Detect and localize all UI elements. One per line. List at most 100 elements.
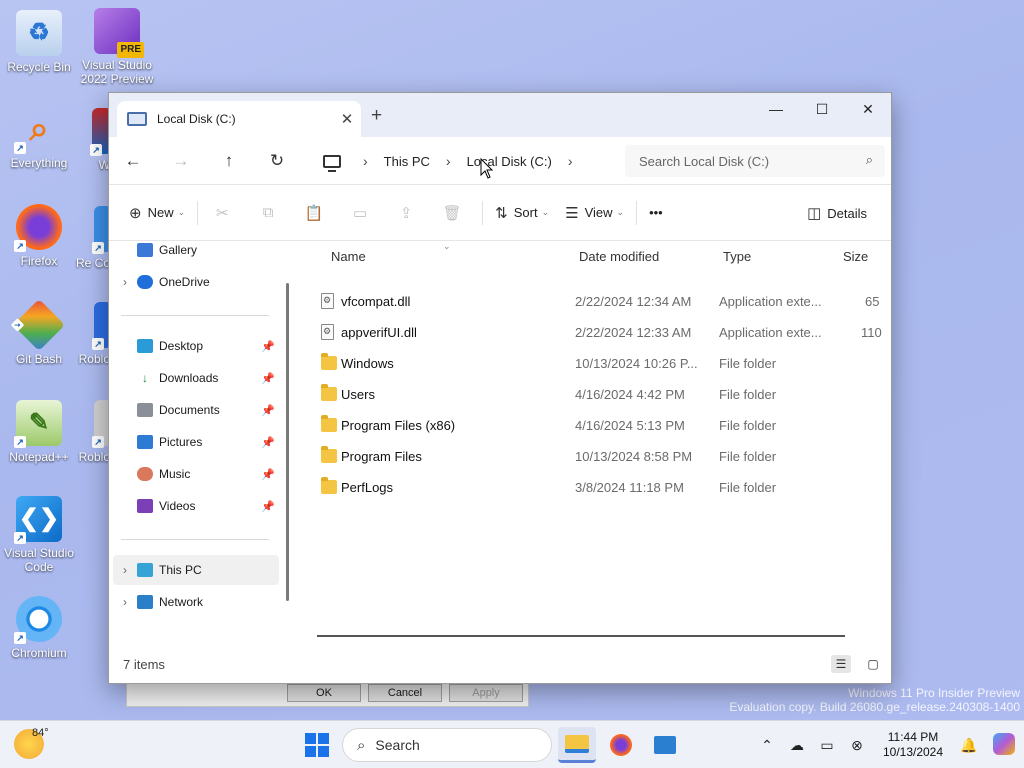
- folder-row[interactable]: PerfLogs 3/8/2024 11:18 PM File folder: [321, 472, 893, 503]
- close-icon[interactable]: ✕: [845, 93, 891, 125]
- refresh-icon[interactable]: ↻: [253, 145, 301, 177]
- file-type: File folder: [719, 387, 777, 402]
- column-header-name[interactable]: Name: [331, 241, 366, 273]
- sort-button[interactable]: ⇅ Sort ⌄: [487, 197, 557, 229]
- recycle-bin-icon: ♻: [16, 10, 62, 56]
- breadcrumb-local-disk[interactable]: Local Disk (C:): [463, 151, 556, 172]
- desktop-icon-recycle-bin[interactable]: ♻ Recycle Bin: [0, 10, 78, 74]
- chevron-right-icon[interactable]: ›: [113, 595, 137, 609]
- sidebar-item-gallery[interactable]: Gallery: [113, 235, 279, 265]
- pin-icon[interactable]: 📌: [261, 500, 275, 513]
- chevron-right-icon[interactable]: ›: [363, 153, 368, 169]
- up-icon[interactable]: ↑: [205, 145, 253, 177]
- maximize-icon[interactable]: ☐: [799, 93, 845, 125]
- vscode-icon: ❮❯: [14, 496, 62, 544]
- onedrive-icon[interactable]: ☁: [782, 737, 812, 754]
- pin-icon[interactable]: 📌: [261, 468, 275, 481]
- chevron-right-icon[interactable]: ›: [568, 153, 573, 169]
- pin-icon[interactable]: 📌: [261, 372, 275, 385]
- forward-icon[interactable]: →: [157, 145, 205, 177]
- sidebar-item-desktop[interactable]: Desktop 📌: [113, 331, 279, 361]
- chevron-right-icon[interactable]: ›: [113, 563, 137, 577]
- desktop-icon-visual-studio-2022-preview[interactable]: PRE Visual Studio 2022 Preview: [78, 8, 156, 86]
- delete-button[interactable]: 🗑: [432, 197, 478, 229]
- breadcrumb-this-pc[interactable]: This PC: [380, 151, 434, 172]
- clock[interactable]: 11:44 PM 10/13/2024: [872, 730, 954, 760]
- clipboard-icon: 📋: [304, 204, 324, 222]
- network-icon[interactable]: ▭: [812, 737, 842, 754]
- chromium-icon: [14, 596, 62, 644]
- taskbar-file-explorer[interactable]: [558, 727, 596, 763]
- volume-icon[interactable]: ⊗: [842, 737, 872, 754]
- tab-local-disk[interactable]: Local Disk (C:) ✕: [117, 101, 361, 137]
- weather-widget[interactable]: 84°: [14, 727, 49, 759]
- apply-button[interactable]: Apply: [449, 684, 523, 702]
- file-date: 2/22/2024 12:34 AM: [575, 294, 692, 309]
- pin-icon[interactable]: 📌: [261, 404, 275, 417]
- notepad-plus-plus-icon: ✎: [14, 400, 62, 448]
- more-options-icon[interactable]: •••: [641, 197, 671, 229]
- dll-file-icon: [321, 324, 334, 340]
- sidebar-item-this-pc[interactable]: › This PC: [113, 555, 279, 585]
- close-tab-icon[interactable]: ✕: [333, 110, 361, 128]
- details-view-icon[interactable]: ☰: [831, 655, 851, 673]
- copy-button[interactable]: ⧉: [248, 197, 294, 229]
- paste-button[interactable]: 📋: [294, 197, 340, 229]
- desktop-icon-partial-4[interactable]: Roblo: [60, 400, 110, 464]
- folder-row[interactable]: Users 4/16/2024 4:42 PM File folder: [321, 379, 893, 410]
- file-type: Application exte...: [719, 325, 822, 340]
- pictures-icon: [137, 435, 153, 449]
- desktop-icon-partial-2[interactable]: Re Co: [60, 206, 110, 270]
- copilot-icon[interactable]: [984, 732, 1024, 758]
- desktop-icon-partial-3[interactable]: Roblo: [60, 302, 110, 366]
- file-row[interactable]: vfcompat.dll 2/22/2024 12:34 AM Applicat…: [321, 286, 893, 317]
- sidebar-item-music[interactable]: Music 📌: [113, 459, 279, 489]
- chevron-right-icon[interactable]: ›: [113, 275, 137, 289]
- cut-button[interactable]: ✂: [202, 197, 248, 229]
- new-button[interactable]: ⊕ New ⌄: [121, 197, 193, 229]
- search-input[interactable]: Search Local Disk (C:) ⌕: [625, 145, 885, 177]
- pin-icon[interactable]: 📌: [261, 340, 275, 353]
- title-bar[interactable]: Local Disk (C:) ✕ + — ☐ ✕: [109, 93, 891, 137]
- desktop-icon-chromium[interactable]: Chromium: [0, 596, 78, 660]
- column-header-type[interactable]: Type: [723, 241, 751, 273]
- share-icon: ⇪: [399, 204, 413, 222]
- sidebar-item-downloads[interactable]: ↓ Downloads 📌: [113, 363, 279, 393]
- address-bar[interactable]: › This PC › Local Disk (C:) ›: [313, 145, 617, 177]
- pin-icon[interactable]: 📌: [261, 436, 275, 449]
- taskbar-firefox[interactable]: [602, 727, 640, 763]
- chevron-right-icon[interactable]: ›: [446, 153, 451, 169]
- rename-button[interactable]: ▭: [340, 197, 386, 229]
- desktop-icon-visual-studio-code[interactable]: ❮❯ Visual Studio Code: [0, 496, 78, 574]
- column-header-size[interactable]: Size: [843, 241, 868, 273]
- file-row[interactable]: appverifUI.dll 2/22/2024 12:33 AM Applic…: [321, 317, 893, 348]
- share-button[interactable]: ⇪: [386, 197, 432, 229]
- folder-row[interactable]: Program Files (x86) 4/16/2024 5:13 PM Fi…: [321, 410, 893, 441]
- details-button[interactable]: ◫ Details: [799, 197, 875, 229]
- sidebar-item-videos[interactable]: Videos 📌: [113, 491, 279, 521]
- ok-button[interactable]: OK: [287, 684, 361, 702]
- minimize-icon[interactable]: —: [753, 93, 799, 125]
- chevron-up-icon[interactable]: ⌃: [752, 737, 782, 754]
- folder-row[interactable]: Windows 10/13/2024 10:26 P... File folde…: [321, 348, 893, 379]
- notification-bell-icon[interactable]: 🔔: [954, 737, 984, 754]
- view-button[interactable]: ☰ View ⌄: [557, 197, 632, 229]
- taskbar-search[interactable]: ⌕ Search: [342, 728, 552, 762]
- sidebar-scrollbar[interactable]: [286, 283, 289, 601]
- sidebar-item-network[interactable]: › Network: [113, 587, 279, 617]
- taskbar-app[interactable]: [646, 727, 684, 763]
- sidebar-item-pictures[interactable]: Pictures 📌: [113, 427, 279, 457]
- new-tab-button[interactable]: +: [371, 105, 382, 127]
- sidebar-item-documents[interactable]: Documents 📌: [113, 395, 279, 425]
- desktop-icon-partial-1[interactable]: W: [60, 108, 110, 172]
- folder-icon: [321, 477, 337, 494]
- desktop-icon-label: Recycle Bin: [7, 60, 71, 74]
- column-header-date-modified[interactable]: Date modified: [579, 241, 659, 273]
- back-icon[interactable]: ←: [109, 145, 157, 177]
- cancel-button[interactable]: Cancel: [368, 684, 442, 702]
- tiles-view-icon[interactable]: ▢: [863, 655, 883, 673]
- folder-row[interactable]: Program Files 10/13/2024 8:58 PM File fo…: [321, 441, 893, 472]
- horizontal-scrollbar[interactable]: [317, 635, 845, 637]
- start-button[interactable]: [298, 727, 336, 763]
- sidebar-item-onedrive[interactable]: › OneDrive: [113, 267, 279, 297]
